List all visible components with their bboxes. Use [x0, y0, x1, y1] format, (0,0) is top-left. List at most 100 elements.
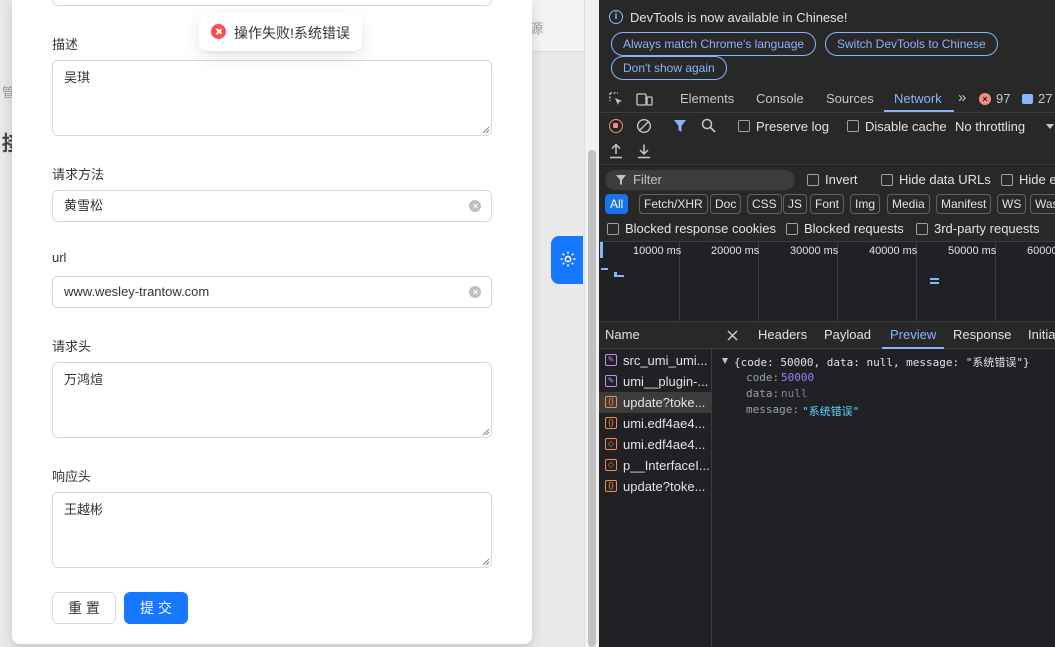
message-count[interactable]: 27: [1038, 91, 1052, 106]
active-detail-tab-indicator: [882, 347, 944, 349]
request-row[interactable]: {} update?toke...: [599, 476, 712, 497]
active-tab-indicator: [884, 110, 954, 112]
import-har-icon[interactable]: [609, 143, 623, 159]
submit-button[interactable]: 提 交: [124, 592, 188, 624]
invert-checkbox[interactable]: [807, 174, 819, 186]
language-infobar: i DevTools is now available in Chinese! …: [599, 0, 1055, 86]
type-filter-doc[interactable]: Doc: [710, 194, 742, 214]
tab-payload[interactable]: Payload: [824, 327, 871, 342]
timeline-label: 20000 ms: [711, 245, 760, 257]
hide-data-urls-checkbox[interactable]: [881, 174, 893, 186]
close-icon[interactable]: [727, 330, 738, 341]
preserve-log-checkbox[interactable]: [738, 120, 750, 132]
clear-log-icon[interactable]: [636, 118, 652, 134]
scrollbar-thumb[interactable]: [588, 150, 596, 647]
name-column-header[interactable]: Name: [599, 322, 712, 349]
description-textarea[interactable]: 吴琪: [52, 60, 492, 136]
filter-icon[interactable]: [673, 119, 687, 133]
throttling-select[interactable]: No throttling: [955, 119, 1025, 134]
disable-cache-label: Disable cache: [865, 119, 947, 134]
request-row[interactable]: ◇ umi.edf4ae4...: [599, 434, 712, 455]
resize-grip-icon[interactable]: [481, 427, 490, 436]
previous-field-partial: [52, 0, 492, 6]
resize-grip-icon[interactable]: [481, 557, 490, 566]
type-filter-font[interactable]: Font: [810, 194, 845, 214]
chevron-down-icon[interactable]: [1046, 124, 1054, 129]
type-filter-fetch-xhr[interactable]: Fetch/XHR: [639, 194, 708, 214]
url-value: www.wesley-trantow.com: [64, 284, 210, 299]
response-header-label: 响应头: [52, 469, 92, 484]
request-row[interactable]: ✎ umi__plugin-...: [599, 371, 712, 392]
edit-interface-modal: 描述 吴琪 请求方法 黄雪松 url www.wesley-trantow.co…: [12, 0, 532, 644]
request-header-textarea[interactable]: 万鸿煊: [52, 362, 492, 438]
method-value: 黄雪松: [64, 198, 104, 213]
clear-icon[interactable]: [469, 286, 481, 298]
tab-preview[interactable]: Preview: [890, 327, 936, 342]
type-filter-css[interactable]: CSS: [747, 194, 782, 214]
inspect-element-icon[interactable]: [609, 92, 624, 107]
request-row[interactable]: {} umi.edf4ae4...: [599, 413, 712, 434]
type-filter-wasm[interactable]: Was: [1030, 194, 1055, 214]
request-row[interactable]: ✎ src_umi_umi...: [599, 350, 712, 371]
export-har-icon[interactable]: [637, 143, 651, 159]
type-filter-media[interactable]: Media: [887, 194, 930, 214]
record-stop-icon[interactable]: [609, 119, 623, 133]
tab-headers[interactable]: Headers: [758, 327, 807, 342]
tab-initiator[interactable]: Initia: [1028, 327, 1055, 342]
request-header-label: 请求头: [52, 339, 92, 354]
filter-input[interactable]: Filter: [605, 170, 795, 190]
json-summary[interactable]: {code: 50000, data: null, message: "系统错误…: [734, 354, 1030, 370]
request-name: umi__plugin-...: [623, 374, 709, 389]
type-filter-js[interactable]: JS: [783, 194, 808, 214]
device-toolbar-icon[interactable]: [636, 92, 653, 107]
info-icon: i: [609, 10, 623, 24]
method-input[interactable]: 黄雪松: [52, 190, 492, 222]
type-filter-manifest[interactable]: Manifest: [936, 194, 992, 214]
timeline-label: 30000 ms: [790, 245, 839, 257]
tab-network[interactable]: Network: [894, 91, 942, 106]
search-icon[interactable]: [701, 118, 716, 133]
tab-sources[interactable]: Sources: [826, 91, 874, 106]
more-tabs-icon[interactable]: »: [958, 89, 966, 106]
network-toolbar: Preserve log Disable cache No throttling: [599, 113, 1055, 165]
dont-show-again-button[interactable]: Don't show again: [611, 56, 727, 80]
clear-icon[interactable]: [469, 200, 481, 212]
infobar-message: DevTools is now available in Chinese!: [630, 10, 848, 25]
preserve-log-label: Preserve log: [756, 119, 829, 134]
request-row[interactable]: ◇ p__InterfaceI...: [599, 455, 712, 476]
timeline-bar: [600, 242, 603, 258]
error-count[interactable]: 97: [996, 91, 1010, 106]
match-language-button[interactable]: Always match Chrome's language: [611, 32, 817, 56]
expand-triangle-icon[interactable]: [722, 358, 728, 364]
type-filter-ws[interactable]: WS: [997, 194, 1027, 214]
url-input[interactable]: www.wesley-trantow.com: [52, 276, 492, 308]
description-value: 吴琪: [64, 70, 91, 85]
timeline-label: 50000 ms: [948, 245, 997, 257]
tab-elements[interactable]: Elements: [680, 91, 734, 106]
blocked-cookies-checkbox[interactable]: [607, 223, 619, 235]
type-filter-all[interactable]: All: [605, 194, 629, 214]
tab-console[interactable]: Console: [756, 91, 804, 106]
close-circle-icon: [211, 24, 226, 39]
disable-cache-checkbox[interactable]: [847, 120, 859, 132]
request-name: update?toke...: [623, 395, 706, 410]
request-row-selected[interactable]: {} update?toke...: [599, 392, 712, 413]
network-overview-timeline[interactable]: 10000 ms 20000 ms 30000 ms 40000 ms 5000…: [599, 242, 1055, 322]
tab-response[interactable]: Response: [953, 327, 1012, 342]
timeline-label: 60000: [1027, 245, 1055, 257]
settings-drawer-button[interactable]: [551, 236, 583, 284]
response-header-textarea[interactable]: 王越彬: [52, 492, 492, 568]
request-name: p__InterfaceI...: [623, 458, 710, 473]
type-filter-img[interactable]: Img: [850, 194, 881, 214]
blocked-requests-checkbox[interactable]: [786, 223, 798, 235]
request-name: umi.edf4ae4...: [623, 437, 706, 452]
hide-extension-checkbox[interactable]: [1001, 174, 1013, 186]
switch-chinese-button[interactable]: Switch DevTools to Chinese: [825, 32, 998, 56]
filter-icon: [616, 175, 626, 185]
reset-button[interactable]: 重 置: [52, 592, 116, 624]
timeline-bar: [930, 278, 939, 280]
devtools-panel: i DevTools is now available in Chinese! …: [599, 0, 1055, 647]
third-party-checkbox[interactable]: [916, 223, 928, 235]
resize-grip-icon[interactable]: [481, 125, 490, 134]
script-icon: ◇: [605, 438, 617, 450]
